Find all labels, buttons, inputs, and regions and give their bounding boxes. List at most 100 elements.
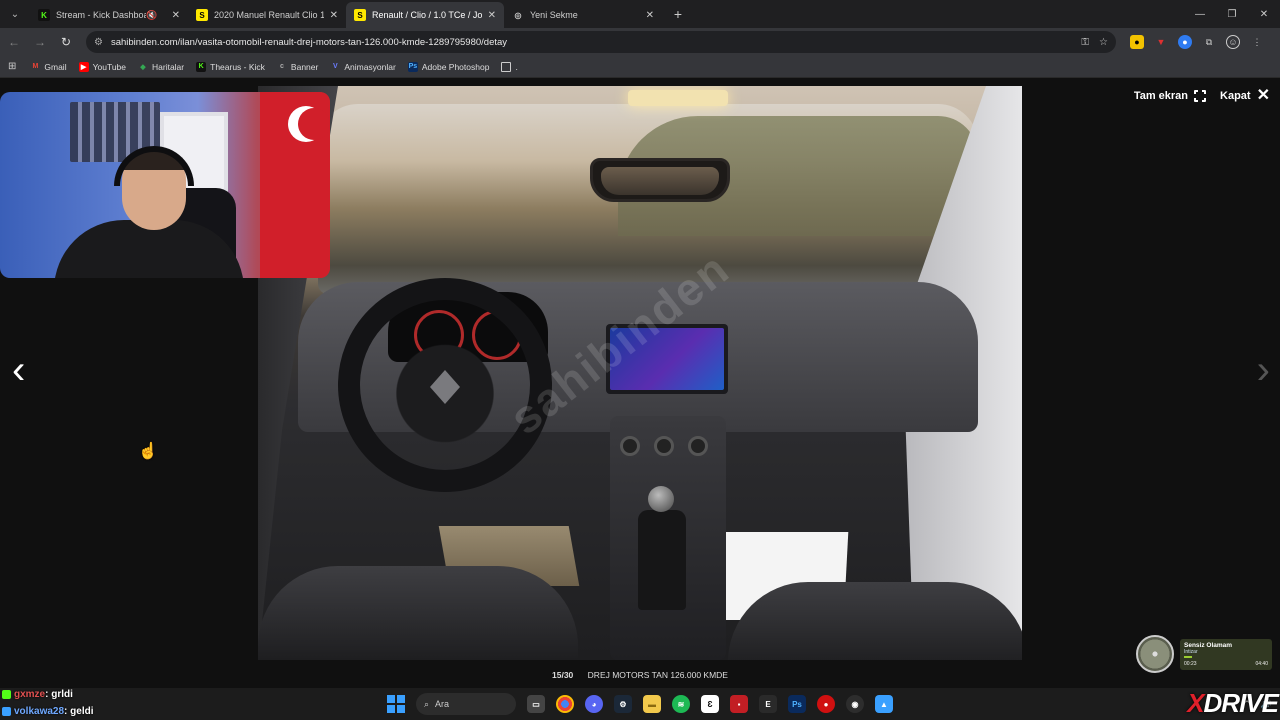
hand-cursor-icon: ☝: [138, 443, 158, 460]
address-bar[interactable]: ⚙ sahibinden.com/ilan/vasita-otomobil-re…: [86, 31, 1116, 53]
bookmark-label: Thearus - Kick: [210, 61, 265, 72]
bookmark-gmail[interactable]: M Gmail: [30, 62, 66, 72]
windows-taskbar: ⌕ Ara ▭ ◕ ⚙ ▬ ≋ Ɛ ▪ E Ps ● ◉ ▲ ⌃ 🔊: [0, 688, 1280, 720]
bookmark-label: Adobe Photoshop: [421, 61, 490, 72]
previous-photo-arrow-icon[interactable]: ‹: [12, 348, 25, 393]
climate-knob: [654, 436, 674, 456]
close-tab-icon[interactable]: ✕: [646, 10, 654, 21]
discord-icon[interactable]: ◕: [585, 695, 603, 713]
track-times: 00:23 04:40: [1184, 661, 1268, 667]
extensions-area: ● ▼ ● ⧉ ☺ ⋮: [1130, 35, 1264, 49]
chat-text: : grldi: [45, 689, 73, 700]
browser-toolbar: ← → ↻ ⚙ sahibinden.com/ilan/vasita-otomo…: [0, 28, 1280, 56]
bookmark-haritalar[interactable]: ◆ Haritalar: [138, 62, 184, 72]
reload-button[interactable]: ↻: [54, 30, 78, 54]
bookmark-label: YouTube: [92, 61, 126, 72]
bookmark-youtube[interactable]: ▶ YouTube: [78, 61, 126, 72]
logo-text: DRIVE: [1203, 688, 1279, 718]
animation-v-icon: V: [333, 63, 338, 70]
steam-icon[interactable]: ⚙: [614, 695, 632, 713]
forward-button[interactable]: →: [28, 30, 52, 54]
passenger-seat: [728, 582, 1022, 660]
obs-icon[interactable]: ◉: [846, 695, 864, 713]
close-window-icon[interactable]: ✕: [1248, 0, 1280, 28]
password-key-icon[interactable]: ⚿: [1081, 37, 1089, 48]
bookmark-label: Banner: [290, 61, 319, 72]
turkish-flag: [260, 92, 330, 278]
tab-search-button[interactable]: ⌄: [4, 4, 26, 24]
epic-tool-icon[interactable]: Ɛ: [701, 695, 719, 713]
gear-boot: [638, 510, 686, 610]
bookmark-thearus-kick[interactable]: K Thearus - Kick: [196, 61, 265, 72]
elapsed-time: 00:23: [1184, 660, 1197, 667]
spotify-icon[interactable]: ≋: [672, 695, 690, 713]
photos-icon[interactable]: ▲: [875, 695, 893, 713]
taskbar-search[interactable]: ⌕ Ara: [416, 693, 516, 715]
close-label: Kapat: [1220, 90, 1251, 102]
browser-tab-strip: ⌄ K Stream - Kick Dashboard 🔇 ✕ S 2020 M…: [0, 0, 1280, 28]
fullscreen-icon: [1193, 89, 1208, 103]
folder-icon: [501, 61, 512, 72]
file-explorer-icon[interactable]: ▬: [643, 695, 661, 713]
window-controls: — ❐ ✕: [1184, 0, 1280, 28]
extension-icon[interactable]: ▼: [1154, 35, 1168, 49]
bookmark-folder[interactable]: .: [501, 61, 518, 72]
tab-new-tab[interactable]: ◎ Yeni Sekme ✕: [504, 2, 662, 28]
tab-title: 2020 Manuel Renault Clio 1.0 T: [214, 10, 324, 20]
kick-favicon-icon: K: [38, 9, 50, 21]
climate-knob: [688, 436, 708, 456]
close-viewer-button[interactable]: Kapat ✕: [1220, 88, 1270, 104]
xdrive-logo: XDRIVE: [1187, 688, 1279, 719]
muted-speaker-icon[interactable]: 🔇: [146, 10, 157, 21]
minimize-icon[interactable]: —: [1184, 0, 1216, 28]
logo-x: X: [1187, 688, 1204, 718]
apps-grid-icon[interactable]: ⊞: [8, 61, 16, 72]
close-tab-icon[interactable]: ✕: [172, 10, 180, 21]
menu-kebab-icon[interactable]: ⋮: [1250, 35, 1264, 49]
back-button[interactable]: ←: [2, 30, 26, 54]
bookmarks-bar: ⊞ M Gmail ▶ YouTube ◆ Haritalar K Thearus - …: [0, 56, 1280, 78]
tab-kick-dashboard[interactable]: K Stream - Kick Dashboard 🔇 ✕: [30, 2, 188, 28]
chat-text: : geldi: [64, 706, 94, 717]
fullscreen-label: Tam ekran: [1133, 90, 1189, 102]
start-button-icon[interactable]: [387, 695, 405, 713]
extension-icon[interactable]: ●: [1178, 35, 1192, 49]
youtube-icon: ▶: [78, 61, 89, 72]
profile-avatar-icon[interactable]: ☺: [1226, 35, 1240, 49]
search-icon: ⌕: [424, 698, 430, 709]
url-text[interactable]: sahibinden.com/ilan/vasita-otomobil-rena…: [111, 37, 1071, 48]
tab-renault-clio-active[interactable]: S Renault / Clio / 1.0 TCe / Joy / 2 ✕: [346, 2, 504, 28]
site-info-icon[interactable]: ⚙: [94, 37, 103, 48]
webcam-overlay: [0, 92, 330, 278]
game-app-icon[interactable]: ▪: [730, 695, 748, 713]
chrome-icon[interactable]: [556, 695, 574, 713]
bookmark-label: Animasyonlar: [344, 61, 396, 72]
photoshop-icon[interactable]: Ps: [788, 695, 806, 713]
bookmark-star-icon[interactable]: ☆: [1099, 37, 1108, 48]
next-photo-arrow-icon[interactable]: ›: [1257, 348, 1270, 393]
bookmark-label: .: [515, 61, 518, 72]
new-tab-button[interactable]: +: [668, 6, 688, 22]
extensions-puzzle-icon[interactable]: ⧉: [1202, 35, 1216, 49]
chat-badge-icon: [2, 707, 11, 716]
close-tab-icon[interactable]: ✕: [330, 10, 338, 21]
dome-light: [628, 90, 728, 106]
photo-caption: 15/30 DREJ MOTORS TAN 126.000 KMDE: [0, 670, 1280, 680]
climate-knob: [620, 436, 640, 456]
fullscreen-button[interactable]: Tam ekran: [1133, 89, 1208, 103]
close-tab-icon[interactable]: ✕: [488, 10, 496, 21]
task-view-icon[interactable]: ▭: [527, 695, 545, 713]
restore-icon[interactable]: ❐: [1216, 0, 1248, 28]
bookmark-adobe-photoshop[interactable]: Ps Adobe Photoshop: [407, 61, 490, 72]
album-art: [1136, 635, 1174, 673]
bookmark-animasyonlar[interactable]: V Animasyonlar: [330, 62, 396, 72]
epic-games-icon[interactable]: E: [759, 695, 777, 713]
stream-chat-overlay: gxmze : grldi volkawa28 : geldi: [2, 686, 94, 720]
chat-message: gxmze : grldi: [2, 686, 94, 703]
now-playing-widget: Sensiz Olamam Intizar 00:23 04:40: [1136, 634, 1276, 674]
extension-icon[interactable]: ●: [1130, 35, 1144, 49]
screen: ⌄ K Stream - Kick Dashboard 🔇 ✕ S 2020 M…: [0, 0, 1280, 720]
bookmark-banner[interactable]: c Banner: [277, 62, 318, 72]
record-app-icon[interactable]: ●: [817, 695, 835, 713]
tab-clio-listing[interactable]: S 2020 Manuel Renault Clio 1.0 T ✕: [188, 2, 346, 28]
